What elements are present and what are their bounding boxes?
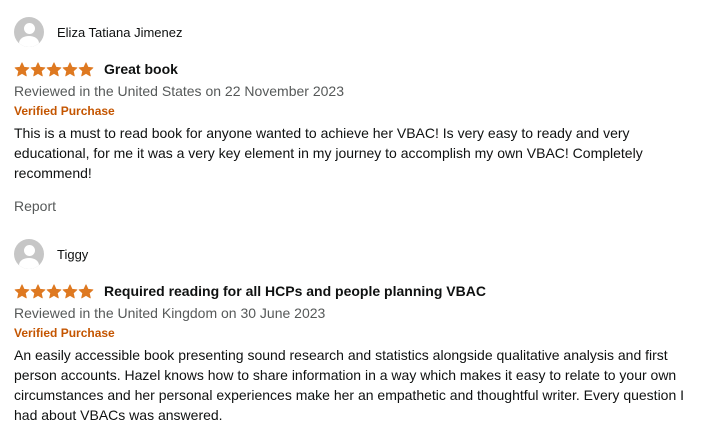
default-avatar-icon[interactable] (14, 239, 44, 269)
star-icon (62, 283, 78, 299)
review-body: This is a must to read book for anyone w… (14, 125, 643, 181)
review-2: Tiggy Required reading for all HCPs and … (14, 239, 704, 425)
star-rating[interactable] (14, 283, 94, 299)
star-icon (14, 283, 30, 299)
review-body: An easily accessible book presenting sou… (14, 347, 685, 423)
star-icon (78, 283, 94, 299)
star-icon (30, 283, 46, 299)
verified-purchase-badge: Verified Purchase (14, 326, 115, 340)
verified-purchase-badge: Verified Purchase (14, 104, 115, 118)
reviewer-profile[interactable]: Eliza Tatiana Jimenez (14, 17, 704, 47)
report-link[interactable]: Report (14, 196, 56, 216)
rating-row: Great book (14, 59, 704, 79)
rating-row: Required reading for all HCPs and people… (14, 281, 704, 301)
review-1: Eliza Tatiana Jimenez Great book Reviewe… (14, 17, 704, 216)
review-title[interactable]: Great book (104, 61, 178, 77)
star-icon (30, 61, 46, 77)
review-title[interactable]: Required reading for all HCPs and people… (104, 283, 486, 299)
reviewer-profile[interactable]: Tiggy (14, 239, 704, 269)
star-icon (62, 61, 78, 77)
star-icon (46, 61, 62, 77)
star-icon (46, 283, 62, 299)
star-rating[interactable] (14, 61, 94, 77)
reviewer-name[interactable]: Eliza Tatiana Jimenez (57, 25, 183, 40)
reviewer-name[interactable]: Tiggy (57, 247, 88, 262)
review-date: Reviewed in the United States on 22 Nove… (14, 83, 344, 99)
default-avatar-icon[interactable] (14, 17, 44, 47)
star-icon (78, 61, 94, 77)
star-icon (14, 61, 30, 77)
review-date: Reviewed in the United Kingdom on 30 Jun… (14, 305, 326, 321)
